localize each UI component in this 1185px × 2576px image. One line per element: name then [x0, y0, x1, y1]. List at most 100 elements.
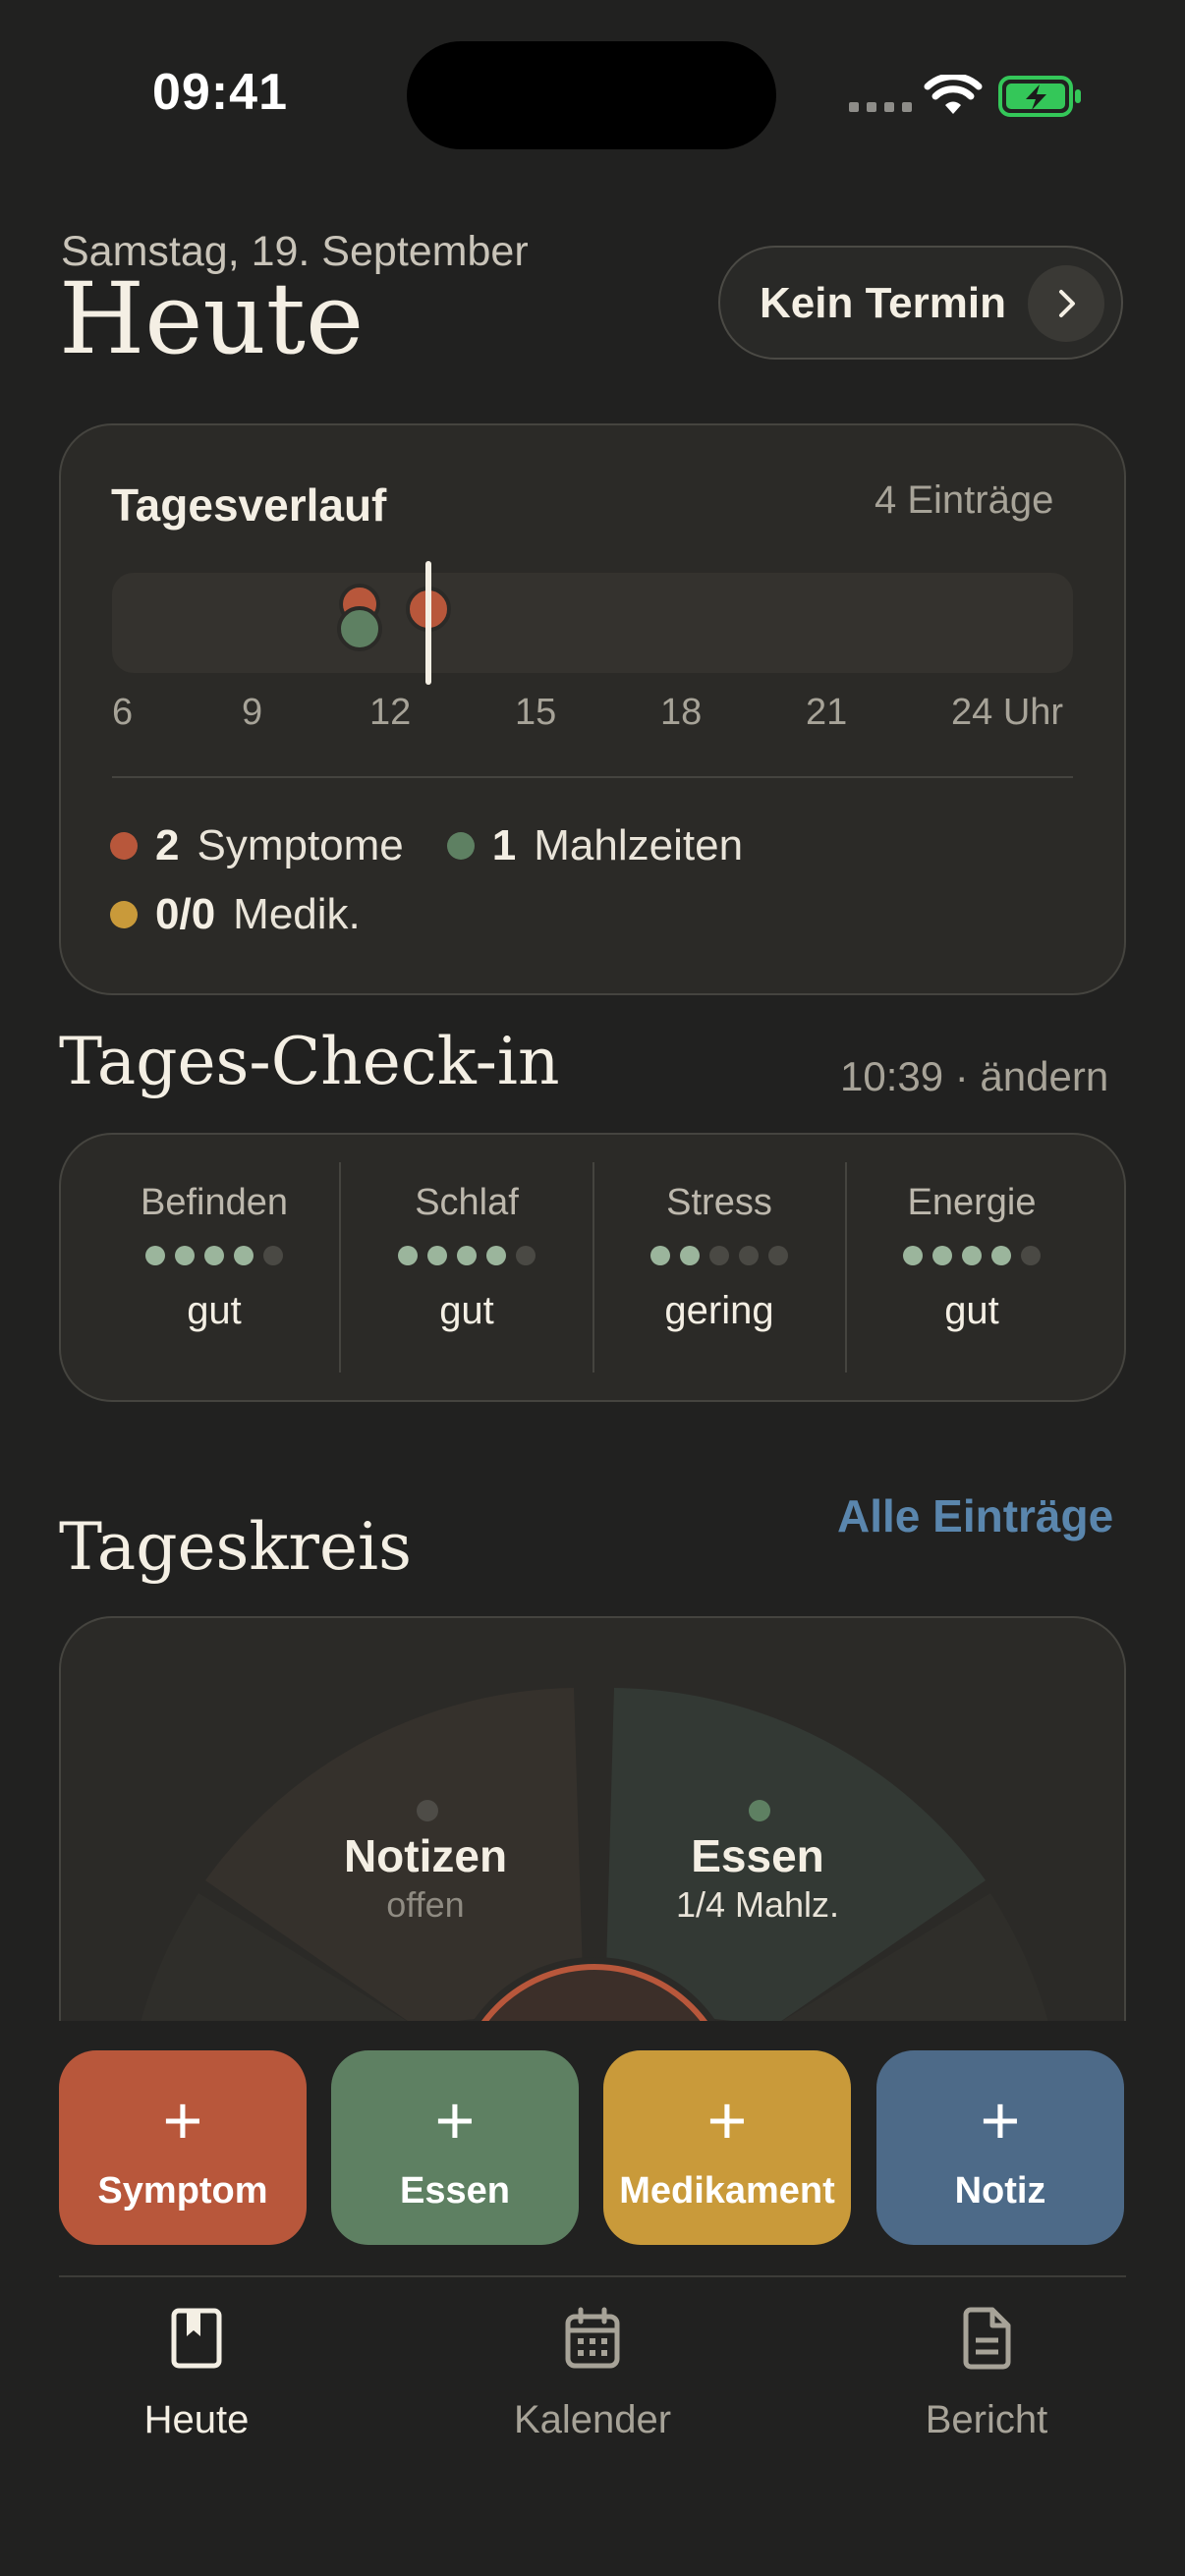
timeline-tick: 12 [369, 692, 412, 733]
symptom-legend-label: Symptome [197, 821, 404, 869]
timeline-tick: 21 [806, 692, 848, 733]
rating-dot [991, 1246, 1011, 1265]
document-icon [963, 2307, 1011, 2370]
checkin-title: Tages-Check-in [59, 1024, 560, 1099]
rating-dot [234, 1246, 254, 1265]
rating-dots [88, 1246, 340, 1265]
timeline-tick: 6 [112, 692, 134, 733]
timeline-now-indicator [425, 561, 431, 685]
status-time: 09:41 [152, 64, 288, 121]
tab-label: Kalender [513, 2398, 672, 2441]
rating-dot [204, 1246, 224, 1265]
medication-legend-label: Medik. [233, 890, 361, 938]
legend-row-1: 2 Symptome 1 Mahlzeiten [110, 821, 743, 870]
day-circle-title: Tageskreis [59, 1509, 413, 1585]
add-medication-button[interactable]: + Medikament [603, 2050, 851, 2245]
checkin-edit-link[interactable]: 10:39 · ändern [840, 1053, 1108, 1100]
segment-essen-sub: 1/4 Mahlz. [675, 1884, 840, 1925]
timeline-tick: 9 [242, 692, 263, 733]
all-entries-link[interactable]: Alle Einträge [837, 1489, 1113, 1542]
medication-count: 0/0 [155, 890, 216, 938]
segment-notizen-sub: offen [386, 1884, 465, 1925]
chevron-right-icon [1059, 290, 1075, 317]
timeline-tick: 18 [660, 692, 703, 733]
rating-dot [457, 1246, 477, 1265]
cellular-signal-icon [849, 102, 912, 112]
wifi-icon [924, 75, 983, 114]
rating-dot [145, 1246, 165, 1265]
checkin-schlaf: Schlaf gut [341, 1162, 592, 1372]
checkin-label: Befinden [140, 1182, 288, 1223]
rating-dots [593, 1246, 845, 1265]
action-label: Medikament [619, 2170, 835, 2212]
action-label: Notiz [954, 2170, 1046, 2212]
dynamic-island [407, 41, 776, 149]
essen-status-dot [749, 1800, 770, 1821]
meal-count: 1 [491, 821, 517, 869]
timeline-divider [112, 776, 1073, 778]
notizen-status-dot [417, 1800, 438, 1821]
meal-legend-dot [446, 832, 475, 860]
timeline-tick: 15 [515, 692, 557, 733]
tab-label: Bericht [925, 2398, 1048, 2441]
rating-dots [341, 1246, 592, 1265]
timeline-track [112, 573, 1073, 673]
tab-heute[interactable]: Heute [69, 2307, 324, 2442]
rating-dot [427, 1246, 447, 1265]
calendar-icon [565, 2307, 620, 2369]
action-label: Symptom [97, 2170, 268, 2212]
rating-dot [768, 1246, 788, 1265]
tab-bar-divider [59, 2275, 1126, 2277]
rating-dot [709, 1246, 729, 1265]
checkin-energie: Energie gut [846, 1162, 1098, 1372]
bookmark-book-icon [171, 2308, 222, 2369]
rating-dot [175, 1246, 195, 1265]
legend-row-2: 0/0 Medik. [110, 890, 361, 939]
rating-dot [516, 1246, 536, 1265]
rating-dot [1021, 1246, 1041, 1265]
add-symptom-button[interactable]: + Symptom [59, 2050, 307, 2245]
rating-dot [962, 1246, 982, 1265]
add-note-button[interactable]: + Notiz [876, 2050, 1124, 2245]
tab-label: Heute [143, 2398, 250, 2441]
segment-notizen-label: Notizen [343, 1830, 508, 1881]
tab-bericht[interactable]: Bericht [859, 2307, 1114, 2442]
rating-dot [263, 1246, 283, 1265]
medication-legend-dot [110, 901, 138, 928]
plus-icon: + [162, 2082, 203, 2158]
checkin-stress: Stress gering [593, 1162, 845, 1372]
rating-dots [846, 1246, 1098, 1265]
rating-dot [903, 1246, 923, 1265]
rating-dot [680, 1246, 700, 1265]
appointment-label: Kein Termin [760, 279, 1007, 327]
rating-dot [739, 1246, 759, 1265]
checkin-value: gering [664, 1289, 774, 1332]
checkin-value: gut [944, 1289, 999, 1332]
plus-icon: + [434, 2082, 476, 2158]
checkin-label: Energie [907, 1182, 1037, 1223]
tab-kalender[interactable]: Kalender [465, 2307, 720, 2442]
timeline-tick: 24 Uhr [951, 692, 1064, 733]
action-label: Essen [400, 2170, 510, 2212]
page-title: Heute [59, 261, 365, 376]
rating-dot [932, 1246, 952, 1265]
checkin-befinden: Befinden gut [88, 1162, 340, 1372]
timeline-entry-count: 4 Einträge [875, 478, 1054, 522]
meal-legend-label: Mahlzeiten [534, 821, 744, 869]
plus-icon: + [706, 2082, 748, 2158]
checkin-value: gut [187, 1289, 242, 1332]
symptom-legend-dot [110, 832, 138, 860]
checkin-value: gut [439, 1289, 494, 1332]
plus-icon: + [980, 2082, 1021, 2158]
segment-essen-label: Essen [691, 1830, 824, 1881]
rating-dot [486, 1246, 506, 1265]
checkin-label: Schlaf [415, 1182, 519, 1223]
add-meal-button[interactable]: + Essen [331, 2050, 579, 2245]
timeline-title: Tagesverlauf [111, 479, 387, 531]
appointment-chevron [1028, 265, 1104, 342]
battery-charging-icon [998, 76, 1081, 117]
rating-dot [398, 1246, 418, 1265]
checkin-label: Stress [666, 1182, 772, 1223]
timeline-meal-marker[interactable] [337, 606, 382, 651]
symptom-count: 2 [155, 821, 180, 869]
